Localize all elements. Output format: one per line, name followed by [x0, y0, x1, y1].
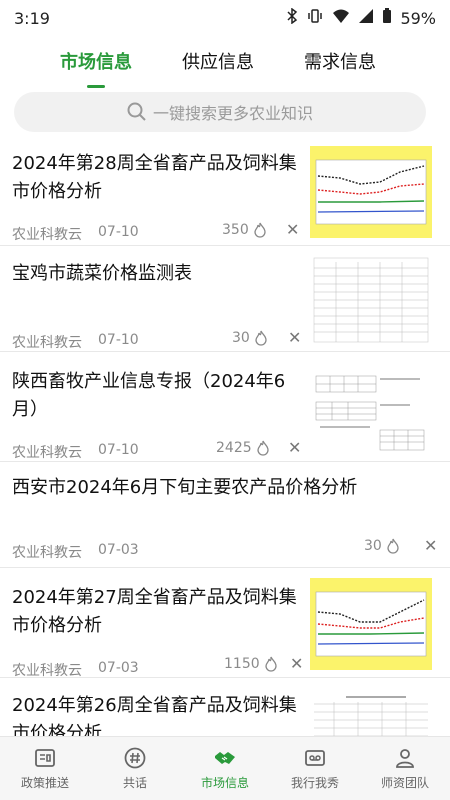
item-meta: 农业科教云 07-03	[12, 660, 139, 680]
item-meta: 农业科教云 07-10	[12, 224, 139, 244]
item-date: 07-03	[98, 660, 139, 676]
flame-icon	[387, 538, 399, 554]
list-item[interactable]: 陕西畜牧产业信息专报（2024年6月） 农业科教云 07-10 2425 ✕	[0, 352, 450, 462]
item-date: 07-10	[98, 442, 139, 458]
nav-label: 市场信息	[200, 776, 249, 790]
show-icon	[305, 750, 325, 766]
search-placeholder: 一键搜索更多农业知识	[152, 104, 313, 123]
item-date: 07-10	[98, 224, 139, 240]
list-item[interactable]: 2024年第27周全省畜产品及饲料集市价格分析 农业科教云 07-03 1150…	[0, 568, 450, 680]
dismiss-button[interactable]: ✕	[288, 438, 301, 457]
nav-label: 师资团队	[380, 776, 429, 790]
item-thumbnail-table	[310, 690, 432, 736]
nav-discussion[interactable]: 共话	[90, 737, 180, 800]
item-hot: 1150	[224, 656, 278, 672]
list-item[interactable]: 西安市2024年6月下旬主要农产品价格分析 农业科教云 07-03 30 ✕	[0, 462, 450, 568]
item-title: 2024年第26周全省畜产品及饲料集市价格分析	[12, 695, 297, 736]
dismiss-button[interactable]: ✕	[290, 654, 303, 673]
nav-policy-push[interactable]: 政策推送	[0, 737, 90, 800]
status-time: 3:19	[14, 8, 50, 28]
flame-icon	[254, 222, 266, 238]
dismiss-button[interactable]: ✕	[286, 220, 299, 239]
news-feed: 2024年第28周全省畜产品及饲料集市价格分析 农业科教云 07-10 350 …	[0, 140, 450, 736]
item-source: 农业科教云	[12, 445, 82, 461]
policy-icon	[35, 749, 55, 767]
item-date: 07-03	[98, 542, 139, 558]
nav-label: 政策推送	[20, 776, 69, 790]
item-hot: 350	[222, 222, 267, 238]
item-thumbnail-table	[310, 254, 432, 346]
tab-market-info[interactable]: 市场信息	[60, 44, 132, 88]
item-source: 农业科教云	[12, 335, 82, 351]
hot-count: 1150	[224, 656, 260, 672]
hot-count: 350	[222, 222, 249, 238]
item-title: 西安市2024年6月下旬主要农产品价格分析	[12, 477, 358, 498]
signal-icon	[358, 8, 374, 28]
wifi-icon	[332, 8, 350, 28]
battery-percent: 59%	[400, 8, 436, 28]
nav-label: 我行我秀	[290, 776, 339, 790]
item-meta: 农业科教云 07-03	[12, 542, 139, 562]
hashtag-icon	[124, 747, 146, 769]
flame-icon	[255, 330, 267, 346]
item-hot: 30	[232, 330, 268, 346]
item-date: 07-10	[98, 332, 139, 348]
item-title: 宝鸡市蔬菜价格监测表	[12, 263, 192, 284]
item-title: 2024年第28周全省畜产品及饲料集市价格分析	[12, 153, 297, 202]
status-icons: 59%	[286, 7, 436, 28]
hot-count: 2425	[216, 440, 252, 456]
item-title: 2024年第27周全省畜产品及饲料集市价格分析	[12, 587, 297, 636]
item-hot: 30	[364, 538, 400, 554]
bottom-nav: 政策推送 共话 市场信息 我行我秀 师资团队	[0, 736, 450, 800]
item-thumbnail-chart	[310, 146, 432, 238]
hot-count: 30	[232, 330, 250, 346]
nav-label: 共话	[122, 776, 147, 790]
item-meta: 农业科教云 07-10	[12, 442, 139, 462]
bluetooth-icon	[286, 7, 298, 28]
status-bar: 3:19 59%	[0, 0, 450, 36]
list-item[interactable]: 2024年第28周全省畜产品及饲料集市价格分析 农业科教云 07-10 350 …	[0, 140, 450, 246]
nav-teaching-team[interactable]: 师资团队	[360, 737, 450, 800]
nav-market-info[interactable]: 市场信息	[180, 737, 270, 800]
item-hot: 2425	[216, 440, 270, 456]
item-source: 农业科教云	[12, 545, 82, 561]
battery-icon	[382, 8, 392, 28]
handshake-icon	[215, 752, 235, 764]
flame-icon	[264, 656, 277, 672]
item-thumbnail-chart	[310, 578, 432, 670]
dismiss-button[interactable]: ✕	[424, 536, 437, 555]
item-title: 陕西畜牧产业信息专报（2024年6月）	[12, 371, 286, 420]
flame-icon	[256, 440, 269, 456]
vibrate-icon	[306, 8, 324, 28]
team-icon	[396, 749, 414, 768]
nav-my-show[interactable]: 我行我秀	[270, 737, 360, 800]
item-source: 农业科教云	[12, 227, 82, 243]
item-thumbnail-report	[310, 366, 432, 458]
tab-demand-info[interactable]: 需求信息	[304, 44, 376, 88]
tab-supply-info[interactable]: 供应信息	[182, 44, 254, 88]
item-meta: 农业科教云 07-10	[12, 332, 139, 352]
search-icon	[127, 102, 146, 121]
item-source: 农业科教云	[12, 663, 82, 679]
dismiss-button[interactable]: ✕	[288, 328, 301, 347]
list-item[interactable]: 宝鸡市蔬菜价格监测表 农业科教云 07-10 30 ✕	[0, 246, 450, 352]
list-item[interactable]: 2024年第26周全省畜产品及饲料集市价格分析	[0, 678, 450, 736]
top-tabs: 市场信息 供应信息 需求信息	[0, 44, 450, 88]
hot-count: 30	[364, 538, 382, 554]
search-bar[interactable]: 一键搜索更多农业知识	[14, 92, 426, 132]
